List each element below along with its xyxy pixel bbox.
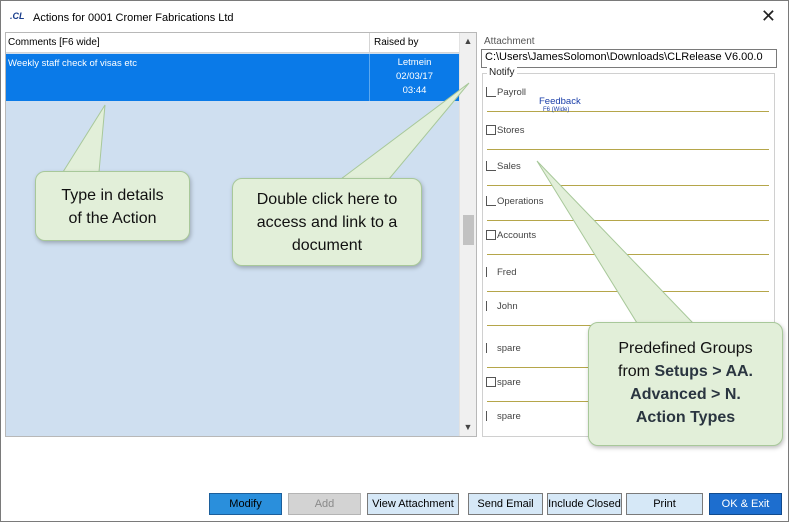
callout-tail-type — [62, 104, 106, 173]
callout-predefined-groups: Predefined Groups from Setups > AA. Adva… — [588, 322, 783, 446]
callout-line: Predefined Groups — [618, 340, 753, 357]
add-button[interactable]: Add — [288, 493, 361, 515]
ok-exit-button[interactable]: OK & Exit — [709, 493, 782, 515]
modify-button[interactable]: Modify — [209, 493, 282, 515]
callout-double-click: Double click here to access and link to … — [232, 178, 422, 266]
callout-line: of the Action — [68, 210, 157, 227]
callout-line: document — [291, 237, 363, 254]
callout-line: from Setups > AA. — [589, 360, 782, 383]
actions-window: .CL Actions for 0001 Cromer Fabrications… — [0, 0, 789, 522]
callout-line: Double click here to — [256, 191, 398, 208]
print-button[interactable]: Print — [626, 493, 703, 515]
callout-bold-text: Setups > AA. — [654, 363, 753, 380]
include-closed-button[interactable]: Include Closed — [547, 493, 622, 515]
callout-tail-groups — [536, 160, 695, 324]
callout-bold-line: Action Types — [635, 409, 736, 426]
callout-line: Type in details — [61, 187, 164, 204]
callout-tail-double — [339, 82, 470, 180]
view-attachment-button[interactable]: View Attachment — [367, 493, 459, 515]
send-email-button[interactable]: Send Email — [468, 493, 543, 515]
callout-line: access and link to a — [256, 214, 398, 231]
callout-type-details: Type in details of the Action — [35, 171, 190, 241]
callout-bold-line: Advanced > N. — [630, 386, 741, 403]
callout-text: from — [618, 363, 655, 380]
